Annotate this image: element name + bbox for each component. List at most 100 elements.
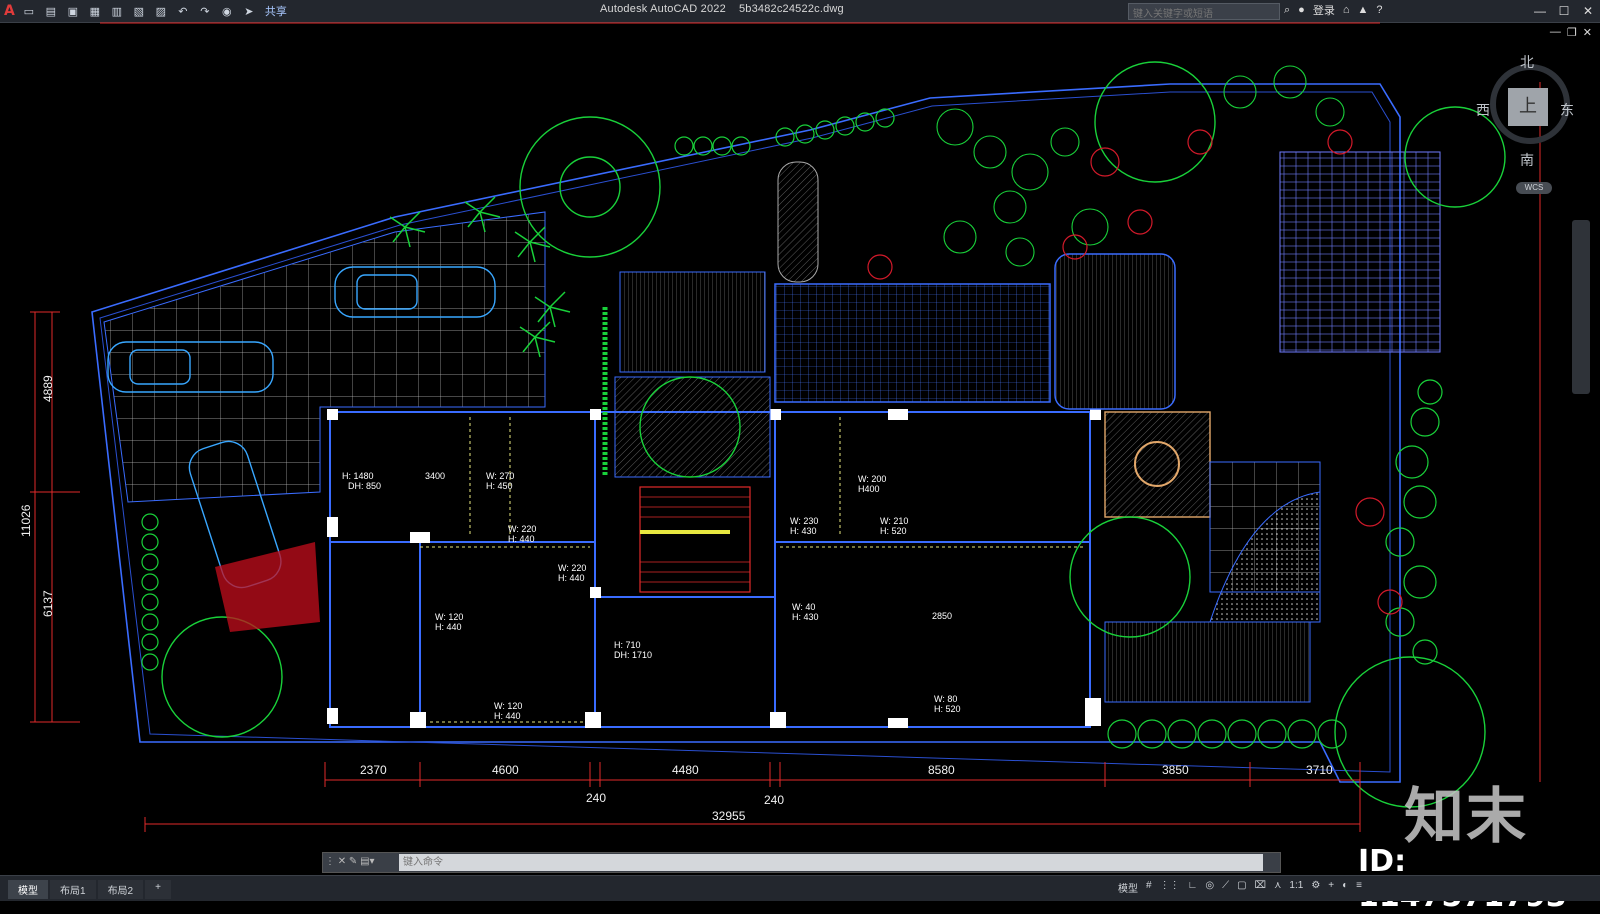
- compass-north[interactable]: 北: [1520, 52, 1534, 72]
- save-icon[interactable]: ▣: [65, 4, 81, 18]
- tab-model[interactable]: 模型: [8, 880, 48, 899]
- room-sublabel-5: H: 440: [435, 622, 462, 632]
- isolate-icon[interactable]: ◐: [1342, 880, 1348, 895]
- grid-icon[interactable]: #: [1146, 880, 1152, 895]
- parking-paving: [103, 211, 546, 503]
- object-snap-icon[interactable]: ▢: [1237, 880, 1246, 895]
- isodraft-icon[interactable]: ⟋: [1222, 880, 1229, 895]
- dim-bottom-6: 8580: [928, 763, 955, 777]
- dim-left-upper: 4889: [41, 375, 55, 402]
- command-line: ⋮ ✕ ✎ ▤▾: [322, 852, 1281, 873]
- view-cube-top-face[interactable]: 上: [1508, 88, 1548, 126]
- dim-left-lower: 6137: [41, 590, 55, 617]
- room-sublabel-3: H: 440: [508, 534, 535, 544]
- help-search-input[interactable]: [1129, 7, 1273, 22]
- share-button[interactable]: 共享: [265, 3, 287, 19]
- tab-layout1[interactable]: 布局1: [50, 880, 96, 899]
- room-label-5: W: 120: [435, 612, 463, 622]
- north-terrace-grid: [774, 283, 1051, 403]
- dim-left-total: 11026: [19, 504, 33, 537]
- room-sublabel-8: H: 520: [880, 526, 907, 536]
- save-as-icon[interactable]: ▦: [87, 4, 103, 18]
- minimize-icon[interactable]: —: [1528, 0, 1552, 22]
- app-name: Autodesk AutoCAD 2022: [600, 3, 726, 15]
- autodesk-app-icon[interactable]: ▲: [1357, 4, 1368, 16]
- tab-layout2[interactable]: 布局2: [97, 880, 144, 899]
- model-space-button[interactable]: 模型: [1118, 880, 1138, 895]
- wcs-menu[interactable]: WCS: [1516, 182, 1552, 194]
- red-flower-bed: [215, 542, 320, 632]
- customize-menu-icon[interactable]: ≡: [1356, 880, 1362, 895]
- help-icon[interactable]: ?: [1376, 4, 1382, 16]
- command-line-grip-icon[interactable]: ⋮ ✕ ✎ ▤▾: [325, 856, 375, 867]
- add-icon[interactable]: +: [1328, 880, 1334, 895]
- compass-south[interactable]: 南: [1520, 150, 1534, 170]
- room-label-4: W: 220: [558, 563, 586, 573]
- room-label-9: W: 200: [858, 474, 886, 484]
- compass-west[interactable]: 西: [1476, 100, 1490, 120]
- user-icon[interactable]: ●: [1298, 4, 1305, 16]
- command-input[interactable]: [399, 854, 1263, 871]
- open-folder-icon[interactable]: ▤: [43, 4, 59, 18]
- autocad-logo[interactable]: A: [4, 3, 15, 19]
- hedge-left: [141, 513, 159, 671]
- level-mark-1: 3400: [425, 471, 445, 481]
- plot-icon[interactable]: ▧: [131, 4, 147, 18]
- cart-icon[interactable]: ⌂: [1343, 4, 1350, 16]
- dim-bottom-4: 4480: [672, 763, 699, 777]
- room-label-7: W: 230: [790, 516, 818, 526]
- drawing-canvas[interactable]: 4889 11026 6137 2370 4600 240 4480 240 8…: [0, 22, 1600, 852]
- stepping-path: [777, 161, 819, 283]
- room-sublabel-12: H: 520: [934, 704, 961, 714]
- room-sublabel-1: DH: 850: [348, 481, 381, 491]
- login-button[interactable]: 登录: [1313, 2, 1335, 18]
- staircase: [639, 486, 751, 593]
- room-label-6: W: 120: [494, 701, 522, 711]
- room-label-1: H: 1480: [342, 471, 374, 481]
- workspace-icon[interactable]: ◉: [219, 4, 235, 18]
- polar-icon[interactable]: ◎: [1205, 880, 1214, 895]
- undo-icon[interactable]: ↶: [175, 4, 191, 18]
- room-label-8: W: 210: [880, 516, 908, 526]
- quick-access-toolbar: A ▭ ▤ ▣ ▦ ▥ ▧ ▨ ↶ ↷ ◉ ➤ 共享: [4, 2, 287, 20]
- east-deck: [1104, 621, 1311, 703]
- dim-bottom-8: 3710: [1306, 763, 1333, 777]
- print-icon[interactable]: ▨: [153, 4, 169, 18]
- help-search[interactable]: [1128, 3, 1280, 22]
- search-icon[interactable]: ⌕: [1284, 4, 1290, 17]
- room-sublabel-10: H: 430: [792, 612, 819, 622]
- room-sublabel-11: DH: 1710: [614, 650, 652, 660]
- snap-icon[interactable]: ⋮⋮: [1160, 880, 1180, 895]
- close-icon[interactable]: ✕: [1576, 0, 1600, 22]
- compass-east[interactable]: 东: [1560, 100, 1574, 120]
- deck-stripes: [1054, 253, 1176, 410]
- status-tools: 模型 # ⋮⋮ ∟ ◎ ⟋ ▢ ⌧ ⋏ 1:1 ⚙ + ◐ ≡: [1118, 880, 1362, 895]
- annotation-icon[interactable]: ⋏: [1274, 880, 1281, 895]
- maximize-icon[interactable]: ☐: [1552, 0, 1576, 22]
- file-name: 5b3482c24522c.dwg: [738, 3, 844, 15]
- ortho-icon[interactable]: ∟: [1188, 880, 1198, 895]
- watermark-brand: 知末: [1404, 782, 1528, 852]
- title-bar: A ▭ ▤ ▣ ▦ ▥ ▧ ▨ ↶ ↷ ◉ ➤ 共享 Autodesk Auto…: [0, 0, 1600, 23]
- redo-icon[interactable]: ↷: [197, 4, 213, 18]
- new-file-icon[interactable]: ▭: [21, 4, 37, 18]
- room-label-3: W: 220: [508, 524, 536, 534]
- courtyard-hatch: [614, 376, 771, 478]
- layout-tabs: 模型 布局1 布局2 +: [8, 880, 171, 899]
- room-sublabel-4: H: 440: [558, 573, 585, 583]
- navigation-bar[interactable]: [1572, 220, 1590, 394]
- pavilion-brick: [1279, 151, 1441, 353]
- dynamic-ucs-icon[interactable]: ⌧: [1255, 880, 1267, 895]
- share-icon[interactable]: ➤: [241, 4, 257, 18]
- add-layout-button[interactable]: +: [145, 880, 171, 899]
- settings-gear-icon[interactable]: ⚙: [1311, 880, 1320, 895]
- window-title: Autodesk AutoCAD 2022 5b3482c24522c.dwg: [600, 3, 844, 15]
- room-label-11: H: 710: [614, 640, 641, 650]
- level-mark-2: 2850: [932, 611, 952, 621]
- view-cube[interactable]: 上 北 南 东 西: [1476, 54, 1574, 170]
- annotation-scale[interactable]: 1:1: [1289, 880, 1303, 895]
- entrance-court: [619, 271, 766, 373]
- room-sublabel-7: H: 430: [790, 526, 817, 536]
- dim-bottom-5: 240: [764, 793, 784, 807]
- publish-icon[interactable]: ▥: [109, 4, 125, 18]
